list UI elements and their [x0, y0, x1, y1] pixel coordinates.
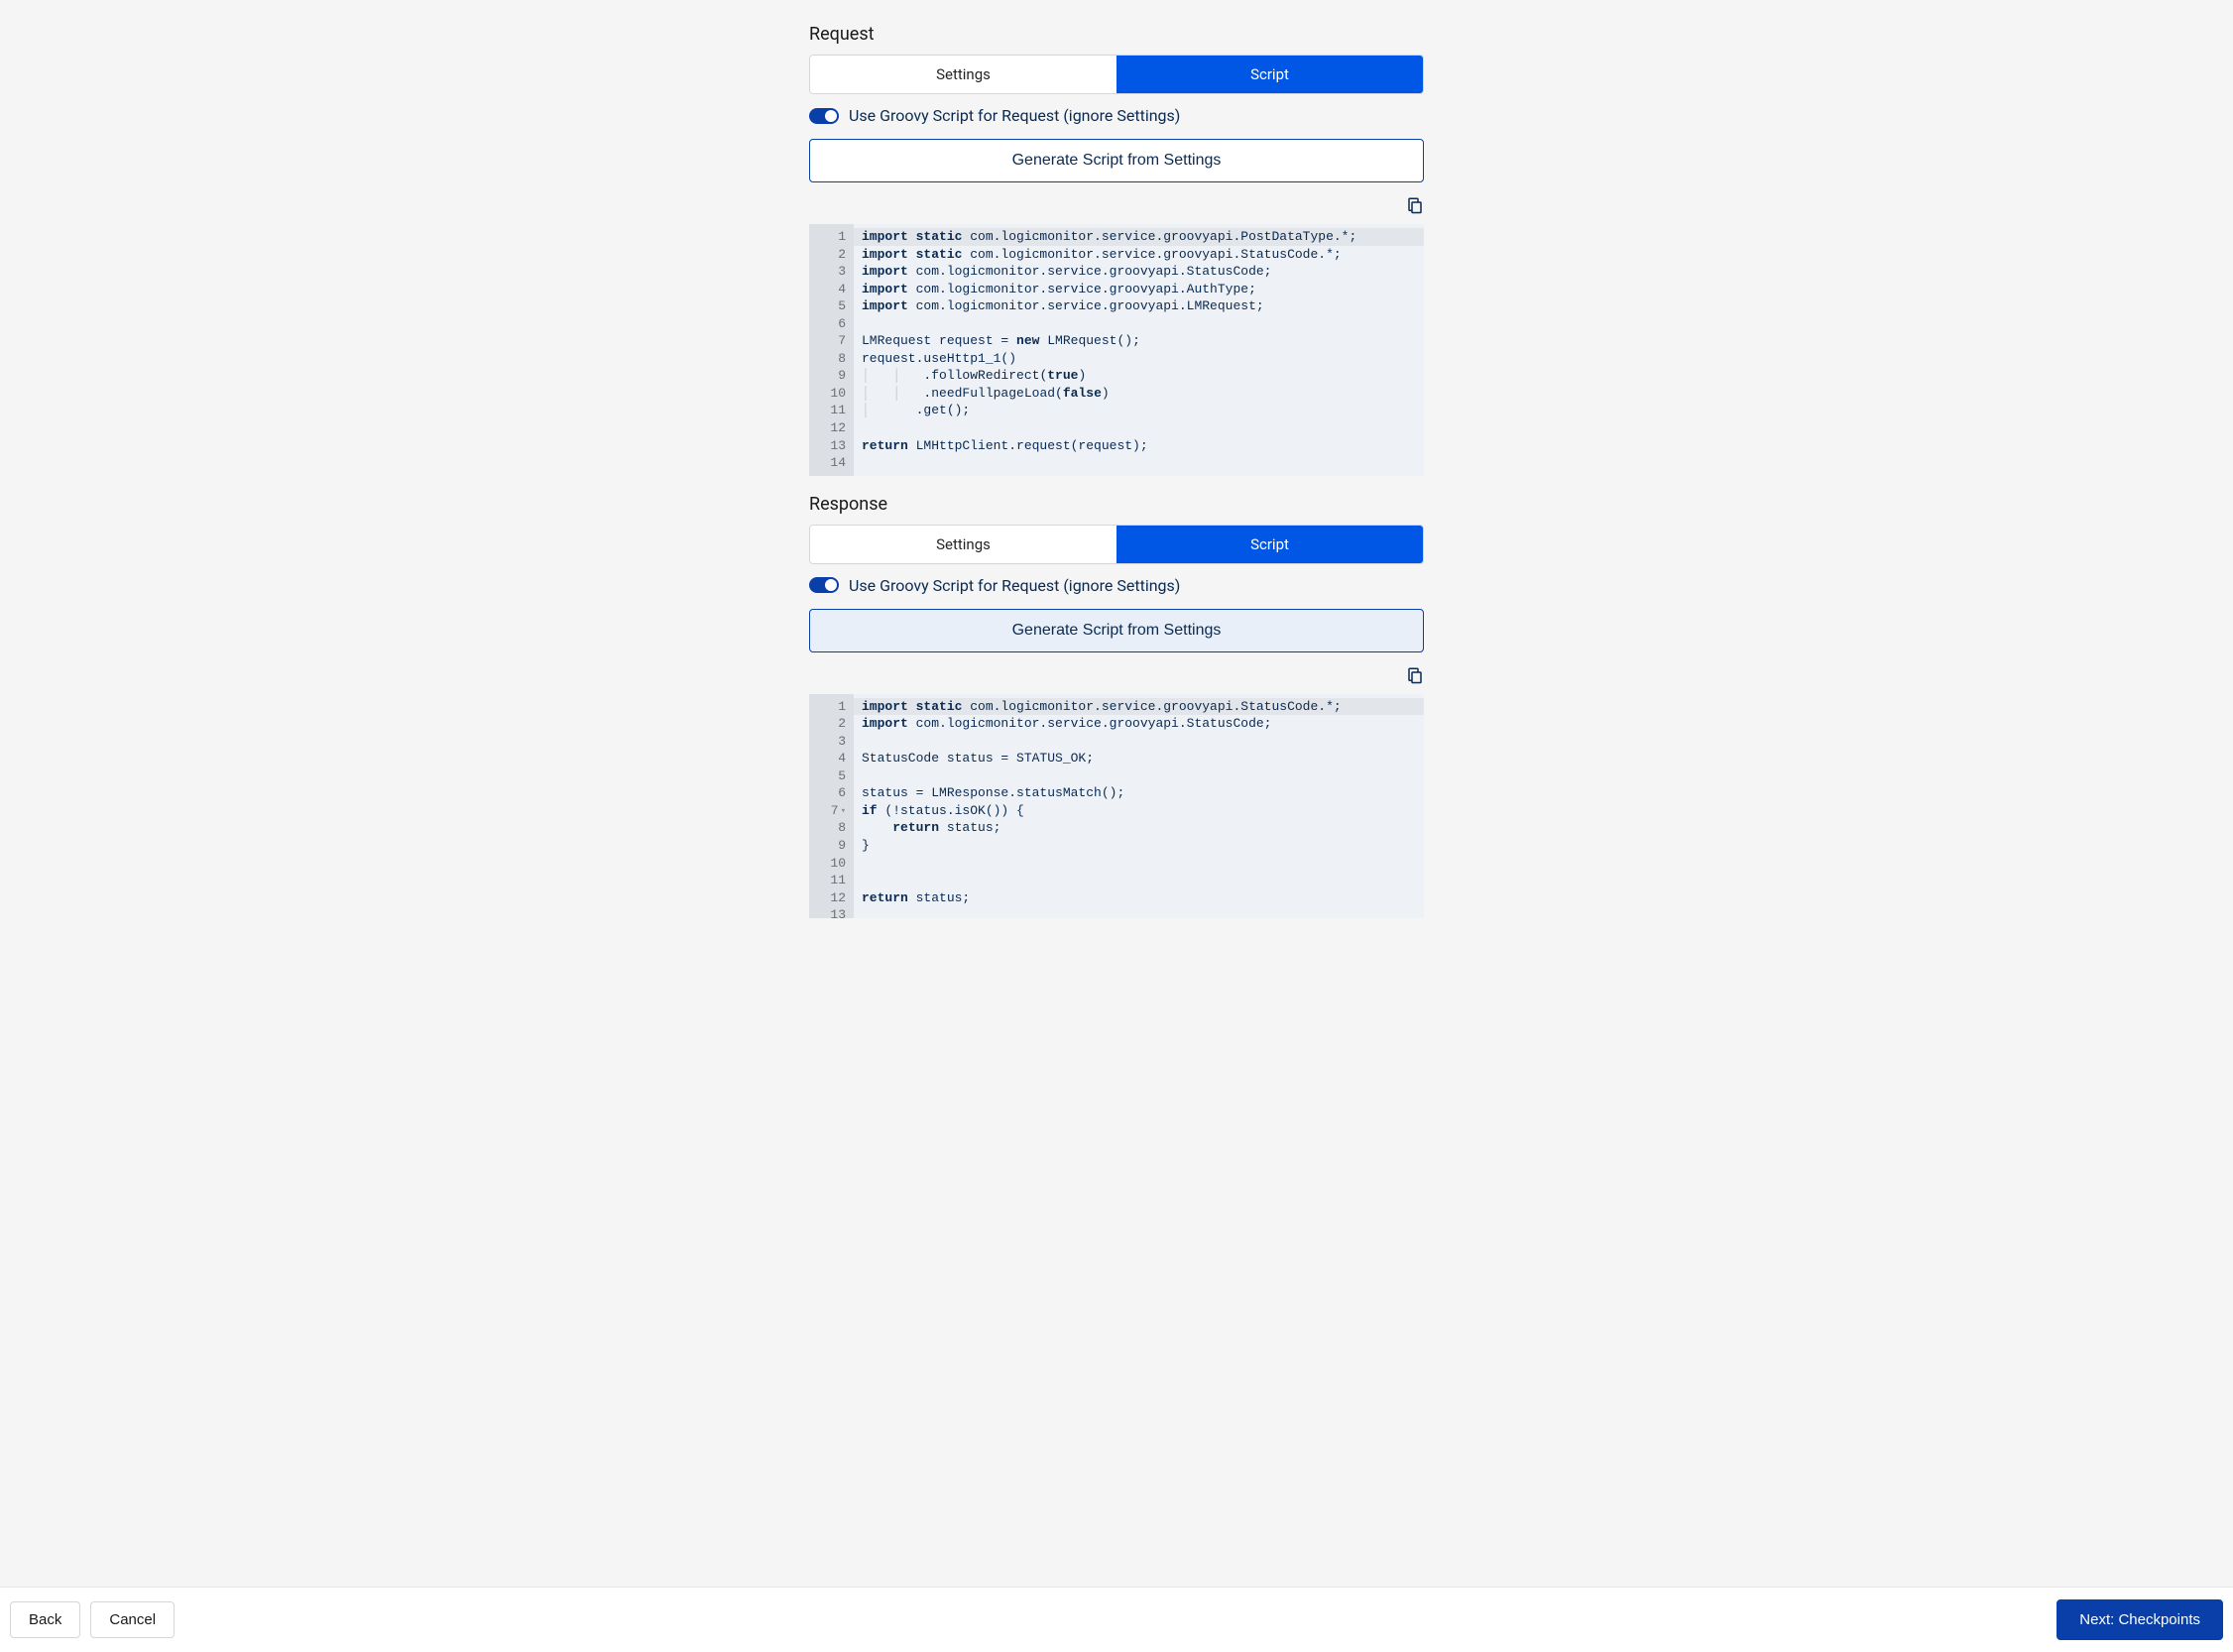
- response-tab-script[interactable]: Script: [1116, 526, 1423, 563]
- response-generate-button[interactable]: Generate Script from Settings: [809, 609, 1424, 652]
- request-groovy-toggle[interactable]: [809, 108, 839, 124]
- response-tab-settings[interactable]: Settings: [810, 526, 1116, 563]
- request-tab-script[interactable]: Script: [1116, 56, 1423, 93]
- response-code-editor[interactable]: 12345678910111213 import static com.logi…: [809, 694, 1424, 918]
- response-groovy-toggle[interactable]: [809, 577, 839, 593]
- copy-icon[interactable]: [1406, 196, 1424, 214]
- response-title: Response: [809, 494, 1424, 515]
- response-tabs: Settings Script: [809, 525, 1424, 564]
- next-button[interactable]: Next: Checkpoints: [2057, 1599, 2223, 1640]
- request-toggle-row: Use Groovy Script for Request (ignore Se…: [809, 106, 1424, 125]
- request-tabs: Settings Script: [809, 55, 1424, 94]
- request-tab-settings[interactable]: Settings: [810, 56, 1116, 93]
- response-toggle-row: Use Groovy Script for Request (ignore Se…: [809, 576, 1424, 595]
- cancel-button[interactable]: Cancel: [90, 1601, 175, 1638]
- back-button[interactable]: Back: [10, 1601, 80, 1638]
- copy-icon[interactable]: [1406, 666, 1424, 684]
- response-toggle-label: Use Groovy Script for Request (ignore Se…: [849, 576, 1180, 595]
- request-toggle-label: Use Groovy Script for Request (ignore Se…: [849, 106, 1180, 125]
- footer-bar: Back Cancel Next: Checkpoints: [0, 1587, 2233, 1652]
- request-code-editor[interactable]: 1234567891011121314 import static com.lo…: [809, 224, 1424, 476]
- request-title: Request: [809, 24, 1424, 45]
- request-generate-button[interactable]: Generate Script from Settings: [809, 139, 1424, 182]
